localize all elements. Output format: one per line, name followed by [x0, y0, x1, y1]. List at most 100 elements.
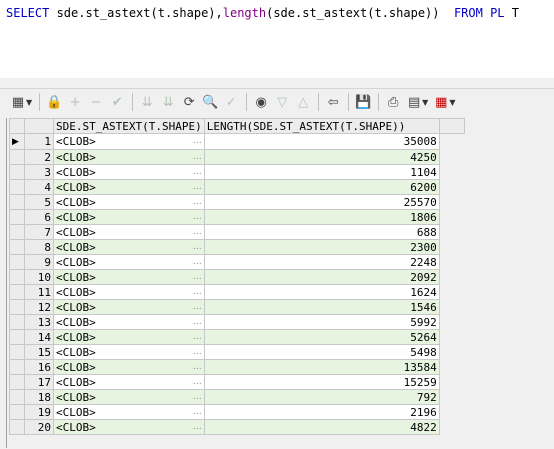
ellipsis-icon[interactable]: … — [193, 135, 202, 148]
ellipsis-icon[interactable]: … — [193, 271, 202, 284]
shape-cell[interactable]: <CLOB>… — [53, 254, 205, 270]
add-row-icon[interactable]: + — [65, 92, 85, 112]
length-cell[interactable]: 13584 — [203, 359, 440, 375]
shape-cell[interactable]: <CLOB>… — [53, 374, 205, 390]
length-cell[interactable]: 2196 — [203, 404, 440, 420]
shape-cell[interactable]: <CLOB>… — [53, 344, 205, 360]
table-row[interactable]: 15 <CLOB> … 5498 — [9, 344, 465, 360]
delete-row-icon[interactable]: − — [86, 92, 106, 112]
shape-cell[interactable]: <CLOB>… — [53, 194, 205, 210]
length-cell[interactable]: 5992 — [203, 314, 440, 330]
export-icon[interactable]: ⇦ — [323, 92, 343, 112]
row-indicator[interactable] — [9, 239, 25, 255]
table-row[interactable]: 16 <CLOB> … 13584 — [9, 359, 465, 375]
row-indicator[interactable] — [9, 389, 25, 405]
ellipsis-icon[interactable]: … — [193, 406, 202, 419]
sql-editor[interactable]: SELECT sde.st_astext(t.shape),length(sde… — [0, 0, 554, 79]
chevron-down-icon[interactable]: ▼ — [26, 98, 32, 107]
ellipsis-icon[interactable]: … — [193, 166, 202, 179]
shape-cell[interactable]: <CLOB>… — [53, 149, 205, 165]
length-cell[interactable]: 4250 — [203, 149, 440, 165]
table-row[interactable]: 19 <CLOB> … 2196 — [9, 404, 465, 420]
length-cell[interactable]: 792 — [203, 389, 440, 405]
shape-cell[interactable]: <CLOB>… — [53, 404, 205, 420]
shape-cell[interactable]: <CLOB>… — [53, 224, 205, 240]
ellipsis-icon[interactable]: … — [193, 316, 202, 329]
length-cell[interactable]: 2092 — [203, 269, 440, 285]
shape-cell[interactable]: <CLOB>… — [53, 284, 205, 300]
refresh-icon[interactable]: ⟳ — [179, 92, 199, 112]
length-cell[interactable]: 1546 — [203, 299, 440, 315]
shape-cell[interactable]: <CLOB>… — [53, 389, 205, 405]
length-cell[interactable]: 6200 — [203, 179, 440, 195]
ellipsis-icon[interactable]: … — [193, 151, 202, 164]
chart-icon[interactable]: ▤ — [404, 92, 424, 112]
table-row[interactable]: 2 <CLOB> … 4250 — [9, 149, 465, 165]
previous-icon[interactable]: ▽ — [272, 92, 292, 112]
shape-cell[interactable]: <CLOB>… — [53, 359, 205, 375]
ellipsis-icon[interactable]: … — [193, 256, 202, 269]
shape-cell[interactable]: <CLOB>… — [53, 179, 205, 195]
table-row[interactable]: 17 <CLOB> … 15259 — [9, 374, 465, 390]
row-indicator[interactable] — [9, 419, 25, 435]
row-indicator[interactable] — [9, 194, 25, 210]
row-indicator[interactable] — [9, 344, 25, 360]
length-cell[interactable]: 5264 — [203, 329, 440, 345]
table-row[interactable]: 14 <CLOB> … 5264 — [9, 329, 465, 345]
row-indicator[interactable] — [9, 299, 25, 315]
ellipsis-icon[interactable]: … — [193, 241, 202, 254]
row-indicator[interactable] — [9, 164, 25, 180]
shape-cell[interactable]: <CLOB>… — [53, 269, 205, 285]
length-cell[interactable]: 4822 — [203, 419, 440, 435]
ellipsis-icon[interactable]: … — [193, 376, 202, 389]
table-row[interactable]: 5 <CLOB> … 25570 — [9, 194, 465, 210]
row-indicator[interactable]: ▶ — [9, 133, 25, 150]
shape-cell[interactable]: <CLOB>… — [53, 314, 205, 330]
row-indicator[interactable] — [9, 269, 25, 285]
table-row[interactable]: 10 <CLOB> … 2092 — [9, 269, 465, 285]
table-row[interactable]: 11 <CLOB> … 1624 — [9, 284, 465, 300]
table-view-icon[interactable]: ▦ — [431, 92, 451, 112]
table-row[interactable]: ▶ 1 <CLOB> … 35008 — [9, 133, 465, 150]
table-row[interactable]: 7 <CLOB> … 688 — [9, 224, 465, 240]
row-indicator[interactable] — [9, 209, 25, 225]
row-indicator[interactable] — [9, 374, 25, 390]
shape-cell[interactable]: <CLOB>… — [53, 329, 205, 345]
ellipsis-icon[interactable]: … — [193, 226, 202, 239]
table-row[interactable]: 9 <CLOB> … 2248 — [9, 254, 465, 270]
shape-cell[interactable]: <CLOB>… — [53, 419, 205, 435]
row-indicator[interactable] — [9, 359, 25, 375]
fetch-last-icon[interactable]: ⇊ — [158, 92, 178, 112]
length-cell[interactable]: 2248 — [203, 254, 440, 270]
length-cell[interactable]: 15259 — [203, 374, 440, 390]
splitter[interactable] — [0, 78, 554, 89]
column-header-shape[interactable]: SDE.ST_ASTEXT(T.SHAPE) — [53, 118, 205, 134]
row-indicator[interactable] — [9, 224, 25, 240]
shape-cell[interactable]: <CLOB>… — [53, 299, 205, 315]
lock-icon[interactable]: 🔒 — [44, 92, 64, 112]
table-row[interactable]: 4 <CLOB> … 6200 — [9, 179, 465, 195]
next-icon[interactable]: △ — [293, 92, 313, 112]
ellipsis-icon[interactable]: … — [193, 421, 202, 434]
row-indicator[interactable] — [9, 149, 25, 165]
length-cell[interactable]: 25570 — [203, 194, 440, 210]
find-icon[interactable]: 🔍 — [200, 92, 220, 112]
clear-icon[interactable]: ✓ — [221, 92, 241, 112]
ellipsis-icon[interactable]: … — [193, 346, 202, 359]
query-by-example-icon[interactable]: ◉ — [251, 92, 271, 112]
length-cell[interactable]: 688 — [203, 224, 440, 240]
table-row[interactable]: 18 <CLOB> … 792 — [9, 389, 465, 405]
table-row[interactable]: 6 <CLOB> … 1806 — [9, 209, 465, 225]
grid-menu-icon[interactable]: ▦ — [8, 92, 28, 112]
column-header-length[interactable]: LENGTH(SDE.ST_ASTEXT(T.SHAPE)) — [203, 118, 440, 134]
table-row[interactable]: 13 <CLOB> … 5992 — [9, 314, 465, 330]
shape-cell[interactable]: <CLOB>… — [53, 239, 205, 255]
row-indicator[interactable] — [9, 404, 25, 420]
table-row[interactable]: 3 <CLOB> … 1104 — [9, 164, 465, 180]
print-icon[interactable]: ⎙ — [383, 92, 403, 112]
row-indicator[interactable] — [9, 254, 25, 270]
ellipsis-icon[interactable]: … — [193, 331, 202, 344]
length-cell[interactable]: 2300 — [203, 239, 440, 255]
fetch-next-icon[interactable]: ⇊ — [137, 92, 157, 112]
row-indicator[interactable] — [9, 329, 25, 345]
